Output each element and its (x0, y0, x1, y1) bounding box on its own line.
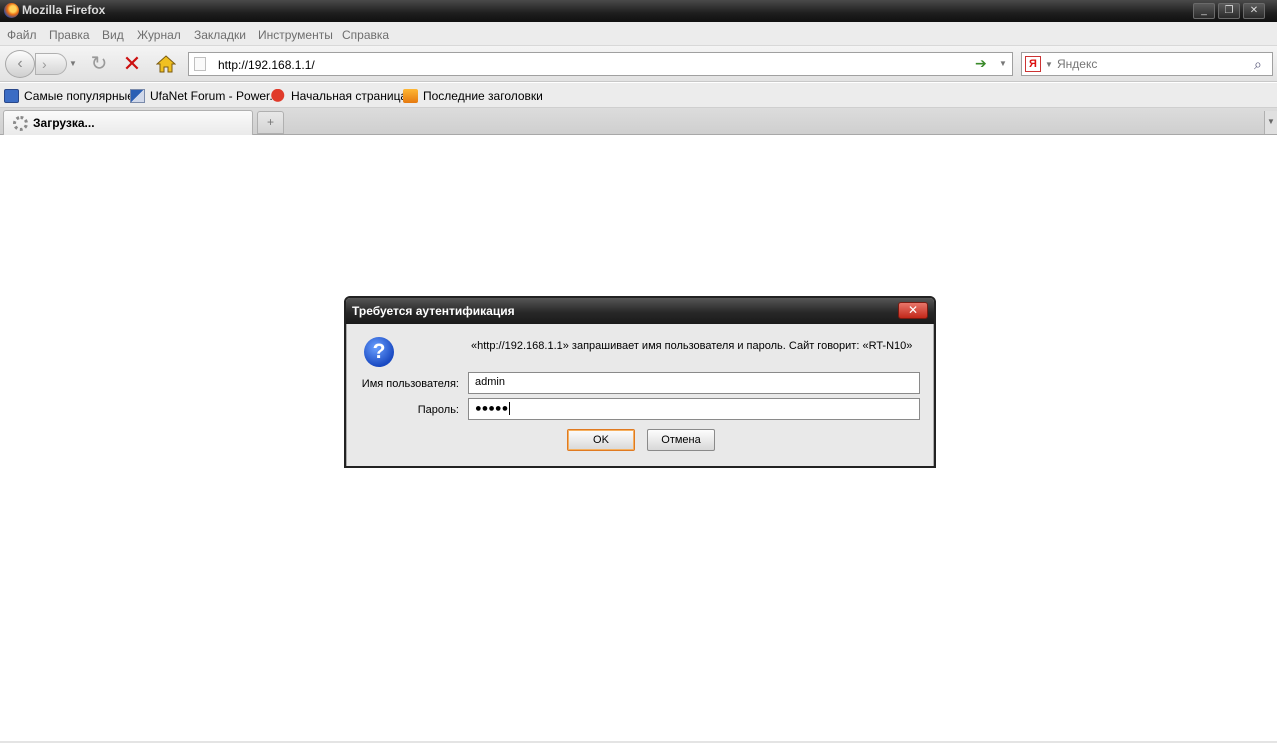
page-favicon-icon (194, 57, 206, 71)
start-page-icon (271, 89, 286, 103)
rss-feed-icon (403, 89, 418, 103)
question-icon: ? (364, 337, 394, 367)
back-button[interactable]: ‹ (5, 50, 35, 78)
search-bar: Я ▼ ⌕ (1021, 52, 1273, 76)
dialog-title: Требуется аутентификация (352, 304, 515, 318)
navigation-toolbar: › ‹ ▼ ↻ ✕ http://192.168.1.1/ ➔ ▼ Я ▼ ⌕ (0, 46, 1277, 82)
bookmark-label: Начальная страница (291, 89, 408, 103)
search-icon[interactable]: ⌕ (1254, 56, 1262, 73)
username-label: Имя пользователя: (361, 378, 459, 390)
forward-button[interactable]: › (35, 53, 67, 75)
password-label: Пароль: (417, 404, 459, 416)
menu-help[interactable]: Справка (342, 28, 389, 42)
dialog-title-bar: Требуется аутентификация ✕ (346, 298, 934, 324)
bookmark-label: Последние заголовки (423, 89, 543, 103)
auth-dialog: Требуется аутентификация ✕ ? «http://192… (344, 296, 936, 468)
dialog-message: «http://192.168.1.1» запрашивает имя пол… (471, 340, 913, 352)
menu-edit[interactable]: Правка (49, 28, 90, 42)
engine-dropdown-icon: ▼ (1045, 60, 1053, 69)
go-arrow-icon[interactable]: ➔ (975, 55, 987, 72)
search-engine-selector[interactable]: Я ▼ (1025, 56, 1055, 73)
menu-file[interactable]: Файл (7, 28, 37, 42)
ufanet-favicon-icon (130, 89, 145, 103)
bookmark-ufanet-forum[interactable]: UfaNet Forum - Power... (130, 88, 279, 104)
menu-bar: Файл Правка Вид Журнал Закладки Инструме… (0, 22, 1277, 46)
window-title-bar: Mozilla Firefox _ ❐ ✕ (0, 0, 1277, 22)
firefox-logo-icon (4, 3, 19, 18)
username-value: admin (475, 376, 505, 388)
tab-bar: Загрузка... + ▼ (0, 108, 1277, 135)
tab-loading[interactable]: Загрузка... (3, 110, 253, 135)
reload-icon[interactable]: ↻ (88, 54, 110, 76)
menu-tools[interactable]: Инструменты (258, 28, 333, 42)
bookmark-start-page[interactable]: Начальная страница (271, 88, 407, 104)
chevron-down-icon: ▼ (1267, 117, 1275, 126)
text-caret (509, 402, 511, 415)
menu-bookmarks[interactable]: Закладки (194, 28, 246, 42)
bookmark-most-visited[interactable]: Самые популярные (4, 88, 134, 104)
popular-bookmarks-icon (4, 89, 19, 103)
history-dropdown-icon[interactable]: ▼ (69, 59, 77, 68)
bookmark-label: Самые популярные (24, 89, 134, 103)
menu-view[interactable]: Вид (102, 28, 124, 42)
home-icon[interactable] (155, 54, 177, 76)
username-field[interactable]: admin (468, 372, 920, 394)
cancel-button[interactable]: Отмена (647, 429, 715, 451)
maximize-button[interactable]: ❐ (1218, 3, 1240, 19)
bookmark-label: UfaNet Forum - Power... (150, 89, 280, 103)
plus-icon: + (266, 115, 274, 129)
address-url[interactable]: http://192.168.1.1/ (218, 58, 315, 72)
minimize-button[interactable]: _ (1193, 3, 1215, 19)
yandex-icon: Я (1025, 56, 1041, 72)
new-tab-button[interactable]: + (257, 111, 284, 134)
stop-icon[interactable]: ✕ (121, 53, 143, 76)
loading-throbber-icon (13, 116, 28, 131)
address-bar[interactable]: http://192.168.1.1/ ➔ ▼ (188, 52, 1013, 76)
back-arrow-icon: ‹ (17, 55, 23, 72)
search-input[interactable] (1057, 55, 1247, 73)
password-field[interactable]: ●●●●● (468, 398, 920, 420)
tab-list-button[interactable]: ▼ (1264, 111, 1277, 134)
url-dropdown-icon[interactable]: ▼ (999, 59, 1007, 68)
back-forward-group: › ‹ ▼ (5, 50, 77, 78)
bookmark-latest-headlines[interactable]: Последние заголовки (403, 88, 543, 104)
forward-arrow-icon: › (42, 56, 47, 72)
password-value: ●●●●● (475, 402, 509, 415)
window-title: Mozilla Firefox (22, 3, 106, 17)
bookmarks-toolbar: Самые популярные UfaNet Forum - Power...… (0, 83, 1277, 108)
menu-history[interactable]: Журнал (137, 28, 181, 42)
dialog-body: ? «http://192.168.1.1» запрашивает имя п… (346, 324, 934, 466)
tab-title: Загрузка... (33, 116, 95, 130)
ok-button[interactable]: OK (567, 429, 635, 451)
close-window-button[interactable]: ✕ (1243, 3, 1265, 19)
dialog-close-button[interactable]: ✕ (898, 302, 928, 319)
